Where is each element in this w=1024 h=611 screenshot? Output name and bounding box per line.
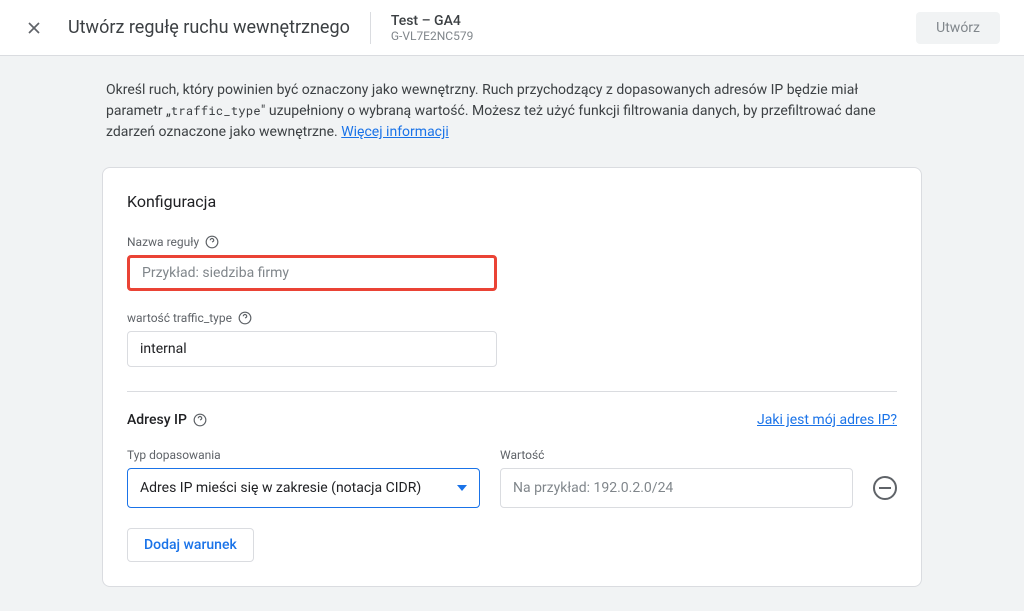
traffic-type-group: wartość traffic_type xyxy=(127,311,897,367)
my-ip-link[interactable]: Jaki jest mój adres IP? xyxy=(757,412,897,428)
page-title: Utwórz regułę ruchu wewnętrznego xyxy=(68,17,350,38)
ip-header: Adresy IP Jaki jest mój adres IP? xyxy=(127,412,897,428)
property-id: G-VL7E2NC579 xyxy=(391,29,474,43)
traffic-type-input[interactable] xyxy=(127,331,497,367)
config-card: Konfiguracja Nazwa reguły wartość traffi… xyxy=(102,167,922,587)
ip-title-text: Adresy IP xyxy=(127,412,187,428)
learn-more-link[interactable]: Więcej informacji xyxy=(341,124,449,140)
header-bar: Utwórz regułę ruchu wewnętrznego Test – … xyxy=(0,0,1024,56)
value-column: Wartość xyxy=(500,448,853,508)
rule-name-group: Nazwa reguły xyxy=(127,235,897,291)
chevron-down-icon xyxy=(457,485,467,491)
create-button[interactable]: Utwórz xyxy=(916,12,1000,44)
match-type-label: Typ dopasowania xyxy=(127,448,480,462)
rule-name-label-text: Nazwa reguły xyxy=(127,235,199,249)
value-label: Wartość xyxy=(500,448,853,462)
config-title: Konfiguracja xyxy=(127,192,897,211)
add-condition-button[interactable]: Dodaj warunek xyxy=(127,528,254,562)
description-text: Określ ruch, który powinien być oznaczon… xyxy=(102,80,922,143)
main-container: Określ ruch, który powinien być oznaczon… xyxy=(102,56,922,611)
header-property: Test – GA4 G-VL7E2NC579 xyxy=(391,13,474,43)
header-divider xyxy=(370,12,371,44)
remove-condition-button[interactable] xyxy=(873,476,897,500)
ip-title: Adresy IP xyxy=(127,412,207,428)
rule-name-label: Nazwa reguły xyxy=(127,235,897,249)
desc-code: traffic_type xyxy=(171,103,261,119)
ip-value-input[interactable] xyxy=(500,468,853,508)
match-type-column: Typ dopasowania Adres IP mieści się w za… xyxy=(127,448,480,508)
traffic-type-label-text: wartość traffic_type xyxy=(127,311,232,325)
minus-icon xyxy=(879,487,891,489)
help-icon[interactable] xyxy=(238,311,252,325)
help-icon[interactable] xyxy=(193,413,207,427)
ip-condition-row: Typ dopasowania Adres IP mieści się w za… xyxy=(127,448,897,508)
section-divider xyxy=(127,391,897,392)
rule-name-input[interactable] xyxy=(127,255,497,291)
match-type-value: Adres IP mieści się w zakresie (notacja … xyxy=(140,480,421,496)
close-icon[interactable] xyxy=(24,18,44,38)
traffic-type-label: wartość traffic_type xyxy=(127,311,897,325)
match-type-select[interactable]: Adres IP mieści się w zakresie (notacja … xyxy=(127,468,480,508)
help-icon[interactable] xyxy=(205,235,219,249)
property-name: Test – GA4 xyxy=(391,13,474,29)
